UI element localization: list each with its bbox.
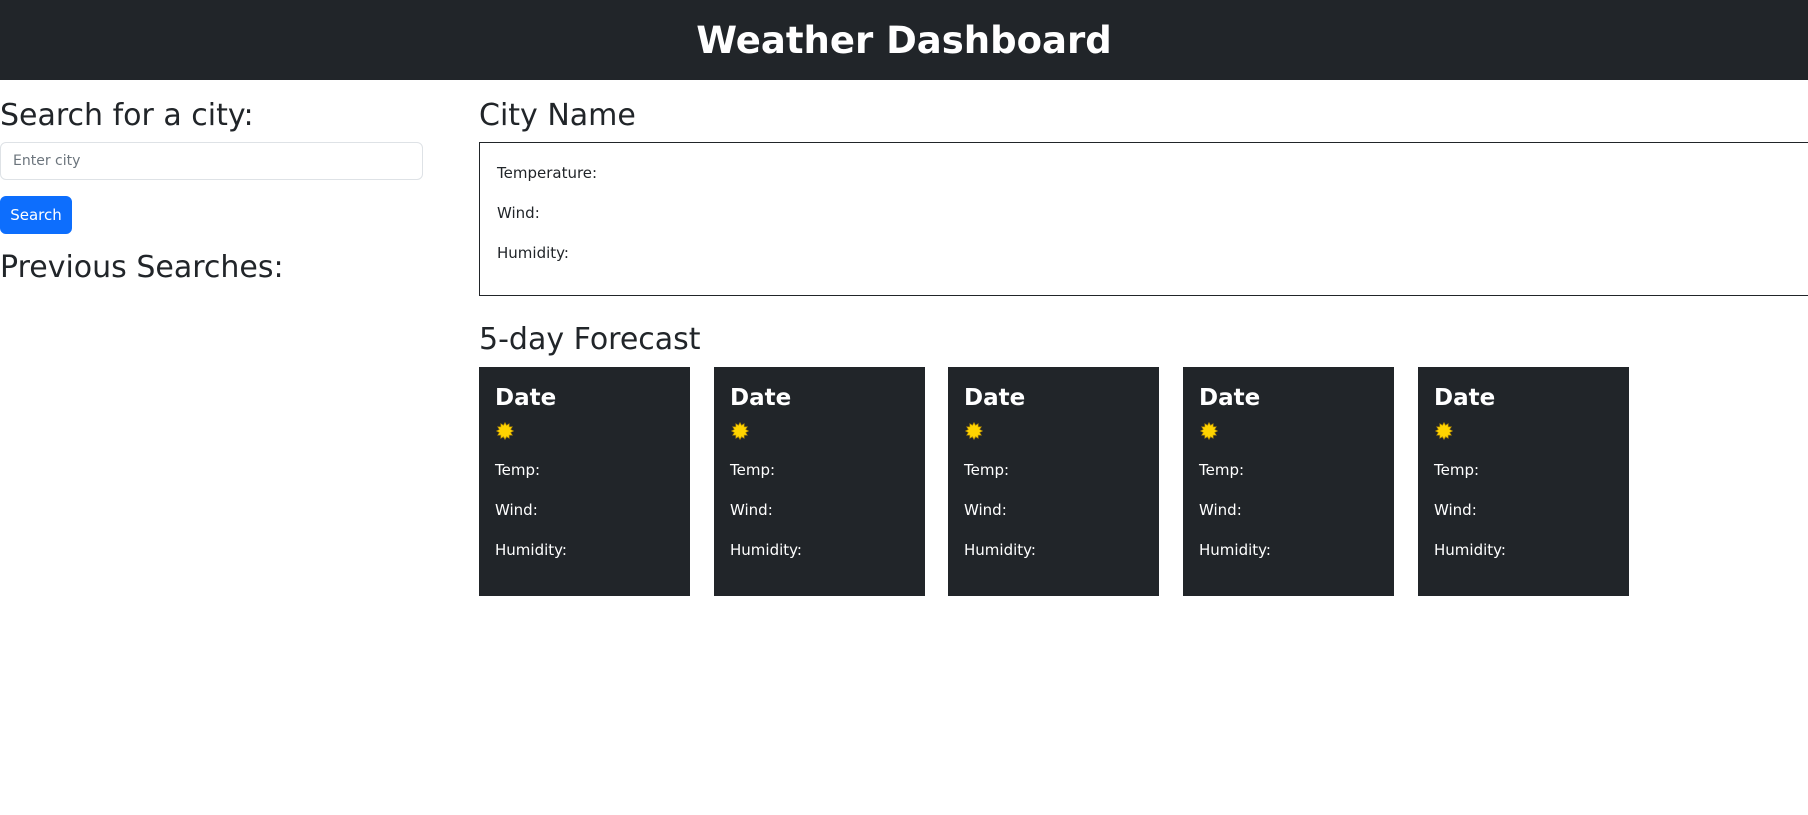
header-bar: Weather Dashboard — [0, 0, 1808, 80]
forecast-temp: Temp: — [1199, 461, 1245, 479]
current-city-name: City Name — [479, 98, 636, 133]
sun-icon — [731, 422, 749, 440]
forecast-wind: Wind: — [1434, 501, 1477, 519]
previous-searches-heading: Previous Searches: — [0, 250, 284, 285]
search-button[interactable]: Search — [0, 196, 72, 234]
forecast-humidity: Humidity: — [1199, 541, 1271, 559]
forecast-card: Date Temp: Wind: Humidity: — [714, 367, 925, 596]
forecast-temp: Temp: — [495, 461, 541, 479]
forecast-wind: Wind: — [1199, 501, 1242, 519]
forecast-temp: Temp: — [730, 461, 776, 479]
sun-icon — [1435, 422, 1453, 440]
forecast-heading: 5-day Forecast — [479, 322, 701, 357]
city-search-input[interactable] — [0, 142, 423, 180]
forecast-wind: Wind: — [495, 501, 538, 519]
forecast-temp: Temp: — [964, 461, 1010, 479]
forecast-temp: Temp: — [1434, 461, 1480, 479]
forecast-date: Date — [1434, 385, 1496, 411]
forecast-date: Date — [730, 385, 792, 411]
forecast-card: Date Temp: Wind: Humidity: — [1183, 367, 1394, 596]
forecast-card: Date Temp: Wind: Humidity: — [948, 367, 1159, 596]
sun-icon — [496, 422, 514, 440]
forecast-humidity: Humidity: — [964, 541, 1036, 559]
search-heading: Search for a city: — [0, 98, 254, 133]
forecast-date: Date — [1199, 385, 1261, 411]
forecast-wind: Wind: — [964, 501, 1007, 519]
forecast-humidity: Humidity: — [1434, 541, 1506, 559]
current-wind: Wind: — [497, 204, 540, 222]
forecast-date: Date — [495, 385, 557, 411]
page-title: Weather Dashboard — [696, 18, 1112, 62]
current-temperature: Temperature: — [497, 164, 598, 182]
forecast-card: Date Temp: Wind: Humidity: — [479, 367, 690, 596]
sun-icon — [1200, 422, 1218, 440]
forecast-wind: Wind: — [730, 501, 773, 519]
current-humidity: Humidity: — [497, 244, 569, 262]
forecast-date: Date — [964, 385, 1026, 411]
current-weather-box: Temperature: Wind: Humidity: — [479, 142, 1808, 296]
sun-icon — [965, 422, 983, 440]
forecast-humidity: Humidity: — [730, 541, 802, 559]
forecast-card: Date Temp: Wind: Humidity: — [1418, 367, 1629, 596]
forecast-humidity: Humidity: — [495, 541, 567, 559]
